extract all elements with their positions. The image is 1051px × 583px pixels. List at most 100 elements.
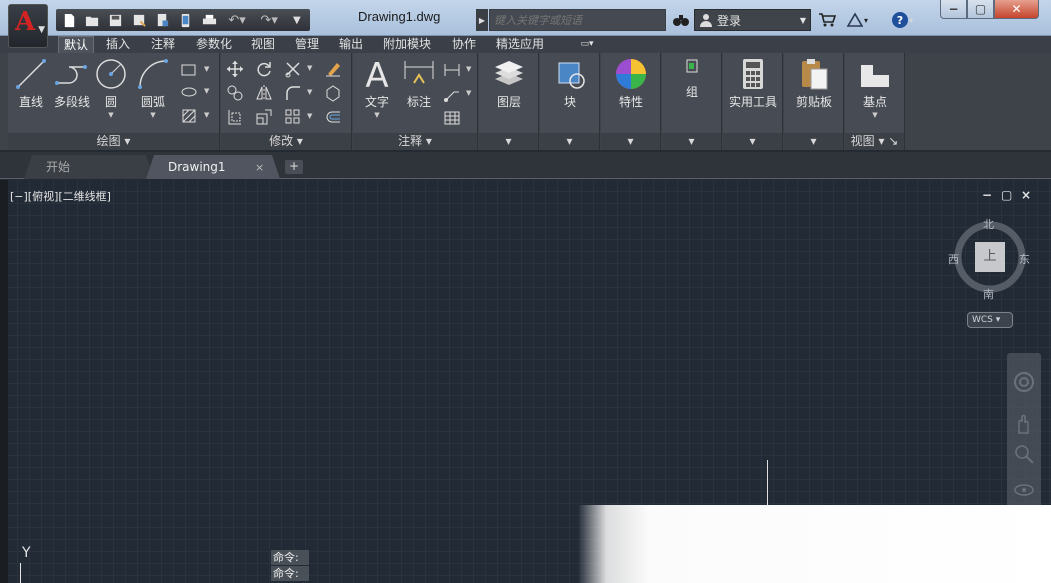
leader-icon[interactable] (441, 83, 463, 105)
new-tab-button[interactable]: + (285, 160, 303, 174)
save-to-web-icon[interactable] (176, 11, 196, 29)
layers-button[interactable]: 图层 (489, 57, 529, 110)
viewport-maximize-icon[interactable]: ▢ (1001, 188, 1012, 202)
annotation-panel: A 文字 ▼ 标注 ▼ ▼ 注释 ▾ (353, 53, 478, 150)
white-overlay (578, 505, 1051, 583)
fillet-icon[interactable] (282, 82, 304, 104)
tab-output[interactable]: 输出 (333, 36, 369, 53)
clipboard-button[interactable]: 剪贴板 (788, 57, 840, 110)
block-expand-icon[interactable]: ▾ (540, 133, 599, 150)
viewcube-west[interactable]: 西 (948, 251, 959, 267)
ribbon-minimize-icon[interactable]: ▭▾ (572, 36, 602, 53)
viewport-close-icon[interactable]: × (1021, 188, 1031, 202)
text-button[interactable]: A 文字 ▼ (359, 57, 395, 119)
text-label: 文字 (364, 95, 389, 109)
open-from-web-icon[interactable] (152, 11, 172, 29)
redo-icon[interactable]: ↷▾ (255, 11, 284, 29)
utilities-button[interactable]: 实用工具 (725, 57, 781, 110)
base-point-button[interactable]: 基点 ▼ (855, 57, 895, 119)
mirror-icon[interactable] (253, 82, 275, 104)
zoom-icon[interactable] (1013, 443, 1035, 465)
close-tab-icon[interactable]: × (255, 161, 264, 174)
tab-addins[interactable]: 附加模块 (378, 36, 436, 53)
help-icon[interactable]: ? ▾ (884, 9, 920, 31)
new-icon[interactable] (59, 11, 79, 29)
circle-button[interactable]: 圆 ▼ (94, 57, 128, 119)
tab-manage[interactable]: 管理 (289, 36, 325, 53)
viewport-controls-label[interactable]: [−][俯视][二维线框] (10, 188, 111, 204)
viewcube-south[interactable]: 南 (983, 286, 994, 302)
line-button[interactable]: 直线 (14, 57, 48, 110)
properties-button[interactable]: 特性 (611, 57, 651, 110)
rectangle-icon[interactable] (178, 59, 200, 81)
clipboard-expand-icon[interactable]: ▾ (784, 133, 843, 150)
trim-icon[interactable] (282, 58, 304, 80)
search-binoculars-icon[interactable] (670, 9, 692, 31)
table-icon[interactable] (441, 107, 463, 129)
orbit-icon[interactable] (1013, 479, 1035, 501)
minimize-button[interactable]: − (940, 0, 967, 19)
tab-annotate[interactable]: 注释 (145, 36, 181, 53)
tab-start[interactable]: 开始 (24, 155, 154, 179)
offset-icon[interactable] (322, 106, 344, 128)
erase-icon[interactable] (322, 58, 344, 80)
rotate-icon[interactable] (253, 58, 275, 80)
tab-featured-apps[interactable]: 精选应用 (491, 36, 549, 53)
search-input[interactable] (489, 9, 666, 31)
tab-insert[interactable]: 插入 (101, 36, 135, 53)
move-icon[interactable] (224, 58, 246, 80)
pan-icon[interactable] (1013, 413, 1035, 435)
view-panel-title[interactable]: 视图 ▾ ↘ (845, 133, 904, 150)
viewport-minimize-icon[interactable]: − (982, 188, 992, 202)
tab-collaborate[interactable]: 协作 (446, 36, 482, 53)
tab-default[interactable]: 默认 (58, 36, 94, 53)
group-button[interactable]: 组 (672, 57, 712, 100)
steering-wheel-icon[interactable] (1013, 371, 1035, 393)
application-menu-button[interactable]: A ▼ (8, 4, 48, 48)
tab-view[interactable]: 视图 (245, 36, 281, 53)
copy-icon[interactable] (224, 82, 246, 104)
autodesk-360-icon[interactable]: ▾ (840, 9, 874, 31)
viewcube-north[interactable]: 北 (983, 216, 994, 232)
chevron-down-icon: ▼ (204, 87, 210, 95)
scale-icon[interactable] (253, 106, 275, 128)
save-as-icon[interactable] (129, 11, 149, 29)
explode-icon[interactable] (322, 82, 344, 104)
save-icon[interactable] (106, 11, 126, 29)
command-history-line: 命令: (271, 550, 309, 565)
hatch-icon[interactable] (178, 105, 200, 127)
dimension-label: 标注 (406, 95, 431, 109)
plot-icon[interactable] (199, 11, 219, 29)
properties-expand-icon[interactable]: ▾ (601, 133, 660, 150)
array-icon[interactable] (282, 106, 304, 128)
utilities-expand-icon[interactable]: ▾ (723, 133, 782, 150)
signin-dropdown[interactable]: 登录 ▼ (694, 9, 811, 31)
wcs-dropdown[interactable]: WCS ▾ (967, 312, 1013, 328)
customize-icon[interactable]: ▼ (287, 11, 307, 29)
block-button[interactable]: 块 (550, 57, 590, 110)
linear-dimension-icon[interactable] (441, 59, 463, 81)
layers-expand-icon[interactable]: ▾ (479, 133, 538, 150)
polyline-button[interactable]: 多段线 (52, 57, 92, 110)
chevron-down-icon: ▼ (150, 111, 156, 119)
chevron-down-icon: ▼ (108, 111, 114, 119)
close-button[interactable]: ✕ (994, 0, 1039, 19)
ellipse-icon[interactable] (178, 81, 200, 103)
open-icon[interactable] (82, 11, 102, 29)
draw-panel-title[interactable]: 绘图 ▾ (8, 133, 219, 150)
dimension-button[interactable]: 标注 (401, 57, 437, 110)
viewcube-east[interactable]: 东 (1019, 251, 1030, 267)
search-expand-icon[interactable]: ▶ (476, 9, 488, 31)
arc-button[interactable]: 圆弧 ▼ (136, 57, 170, 119)
maximize-button[interactable]: ▢ (967, 0, 994, 19)
stretch-icon[interactable] (224, 106, 246, 128)
undo-icon[interactable]: ↶▾ (223, 11, 252, 29)
ribbon: 直线 多段线 圆 ▼ 圆弧 ▼ ▼ ▼ ▼ 绘图 ▾ ▼ ▼ ▼ 修改 ▾ A … (0, 53, 1051, 151)
annotation-panel-title[interactable]: 注释 ▾ (353, 133, 477, 150)
modify-panel-title[interactable]: 修改 ▾ (221, 133, 351, 150)
app-logo: A (15, 7, 36, 37)
cart-icon[interactable] (815, 9, 839, 31)
group-expand-icon[interactable]: ▾ (662, 133, 721, 150)
tab-parametric[interactable]: 参数化 (189, 36, 239, 53)
viewcube-top-face[interactable]: 上 (975, 242, 1005, 272)
